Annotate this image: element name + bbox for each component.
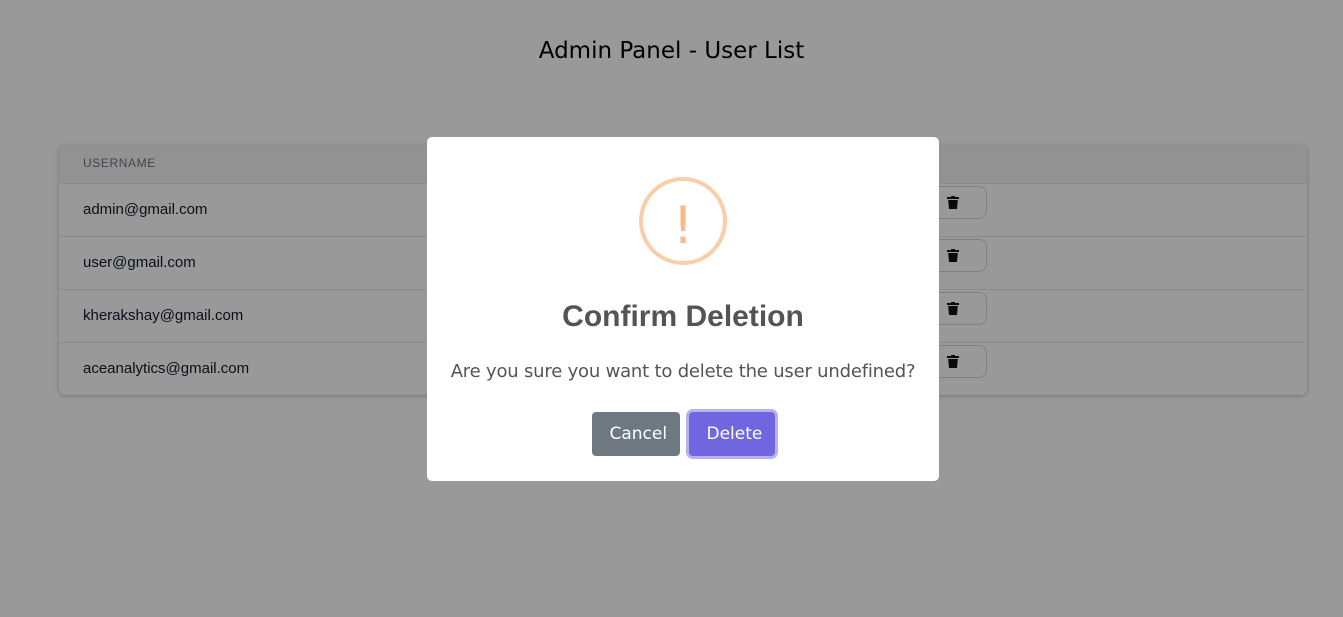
cancel-button[interactable]: Cancel	[591, 412, 680, 456]
warning-icon: !	[639, 177, 727, 265]
warning-glyph: !	[673, 196, 694, 256]
dialog-message: Are you sure you want to delete the user…	[450, 361, 916, 382]
confirm-delete-button[interactable]: Delete	[688, 412, 775, 456]
dialog-title: Confirm Deletion	[562, 300, 804, 333]
dialog-actions: Cancel Delete	[427, 412, 939, 456]
confirm-delete-dialog: ! Confirm Deletion Are you sure you want…	[427, 137, 939, 481]
